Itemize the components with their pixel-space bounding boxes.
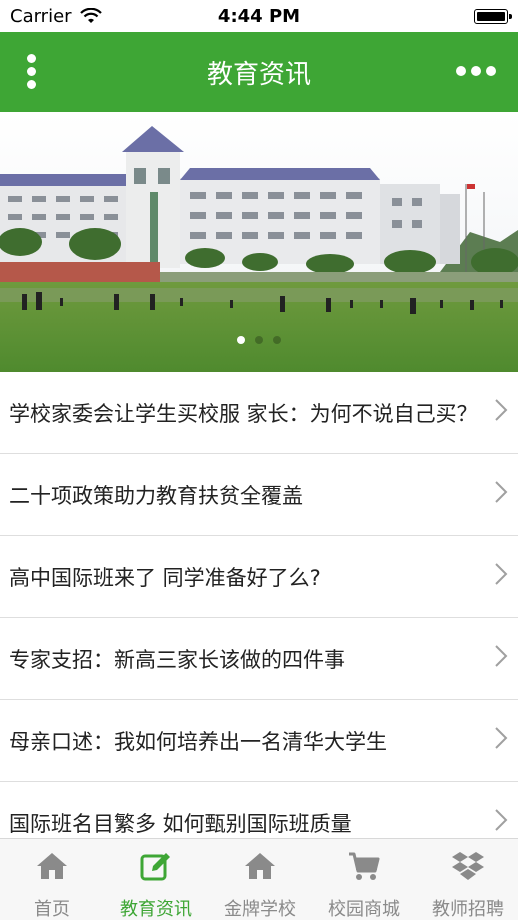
carousel-dot[interactable] <box>237 336 245 344</box>
status-time: 4:44 PM <box>217 6 301 27</box>
dropbox-icon <box>452 852 484 880</box>
chevron-right-icon <box>495 645 508 667</box>
chevron-right-icon <box>495 809 508 831</box>
tab-home[interactable]: 首页 <box>0 839 104 921</box>
tab-campus-mall[interactable]: 校园商城 <box>312 839 416 921</box>
list-item[interactable]: 母亲口述：我如何培养出一名清华大学生 <box>0 700 518 782</box>
tab-label: 首页 <box>34 899 70 920</box>
news-title: 母亲口述：我如何培养出一名清华大学生 <box>9 730 387 754</box>
list-item[interactable]: 二十项政策助力教育扶贫全覆盖 <box>0 454 518 536</box>
list-item[interactable]: 高中国际班来了 同学准备好了么? <box>0 536 518 618</box>
list-item[interactable]: 专家支招：新高三家长该做的四件事 <box>0 618 518 700</box>
edit-icon <box>140 853 170 881</box>
home-icon <box>245 853 275 879</box>
carousel-dot[interactable] <box>273 336 281 344</box>
list-item[interactable]: 学校家委会让学生买校服 家长：为何不说自己买？ <box>0 372 518 454</box>
news-title: 二十项政策助力教育扶贫全覆盖 <box>9 484 303 508</box>
carousel-dot[interactable] <box>255 336 263 344</box>
cart-icon <box>349 852 380 880</box>
news-title: 学校家委会让学生买校服 家长：为何不说自己买？ <box>9 402 478 426</box>
battery-icon <box>474 9 512 24</box>
carousel-page-dots <box>0 329 518 348</box>
tab-label: 教师招聘 <box>432 899 504 920</box>
news-list: 学校家委会让学生买校服 家长：为何不说自己买？ 二十项政策助力教育扶贫全覆盖 高… <box>0 372 518 864</box>
tab-bar: 首页 教育资讯 金牌学校 校园商城 教师招聘 <box>0 838 518 920</box>
tab-label: 教育资讯 <box>120 899 192 920</box>
horizontal-dots-icon[interactable] <box>456 66 496 78</box>
news-title: 高中国际班来了 同学准备好了么? <box>9 566 321 590</box>
home-icon <box>37 853 67 879</box>
tab-teacher-recruitment[interactable]: 教师招聘 <box>416 839 518 921</box>
status-bar: Carrier 4:44 PM <box>0 0 518 32</box>
chevron-right-icon <box>495 399 508 421</box>
page-title: 教育资讯 <box>206 60 311 90</box>
chevron-right-icon <box>495 563 508 585</box>
chevron-right-icon <box>495 727 508 749</box>
tab-education-news[interactable]: 教育资讯 <box>104 839 208 921</box>
chevron-right-icon <box>495 481 508 503</box>
nav-bar: 教育资讯 <box>0 32 518 112</box>
tab-label: 金牌学校 <box>224 899 296 920</box>
tab-top-schools[interactable]: 金牌学校 <box>208 839 312 921</box>
tab-label: 校园商城 <box>328 899 400 920</box>
news-title: 专家支招：新高三家长该做的四件事 <box>9 648 345 672</box>
banner-carousel[interactable] <box>0 112 518 372</box>
